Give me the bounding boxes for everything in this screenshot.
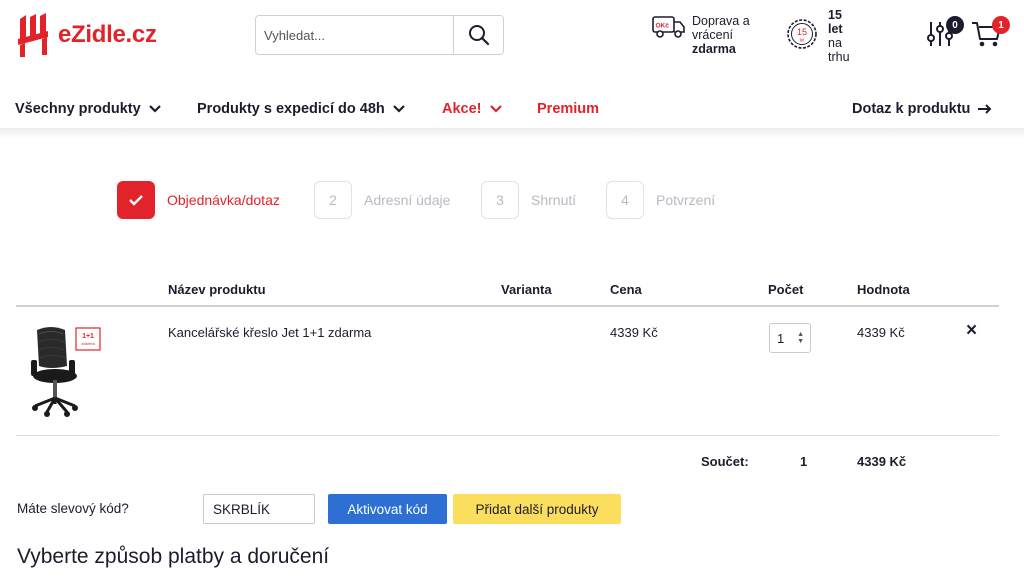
shipping-line-3: zdarma xyxy=(692,42,736,56)
payment-shipping-heading: Vyberte způsob platby a doručení xyxy=(17,545,330,568)
search-input[interactable] xyxy=(256,16,453,54)
header-variant: Varianta xyxy=(501,282,552,297)
quantity-stepper[interactable]: 1 ▲ ▼ xyxy=(769,323,811,353)
years-line-1: 15 xyxy=(828,8,842,22)
nav-inquiry-label: Dotaz k produktu xyxy=(852,101,971,117)
cart-count-badge: 1 xyxy=(992,16,1010,34)
years-line-3: na xyxy=(828,36,842,50)
step-number: 3 xyxy=(481,181,519,219)
nav-sale[interactable]: Akce! xyxy=(442,101,502,117)
years-line-4: trhu xyxy=(828,50,850,64)
seal-small-text: let xyxy=(800,38,806,43)
search-icon xyxy=(468,25,489,46)
product-name-link[interactable]: Kancelářské křeslo Jet 1+1 zdarma xyxy=(168,325,371,340)
chevron-down-icon xyxy=(148,105,161,113)
promo-badge-small: zdarma xyxy=(81,341,95,346)
cart-button[interactable]: 1 xyxy=(971,16,1010,53)
chevron-down-icon xyxy=(392,105,405,113)
chair-logo-icon xyxy=(18,13,48,57)
header-product-name: Název produktu xyxy=(168,282,266,297)
shipping-line-2: vrácení xyxy=(692,28,733,42)
step-address: 2 Adresní údaje xyxy=(314,181,450,219)
step-label: Adresní údaje xyxy=(364,192,451,208)
search-button[interactable] xyxy=(453,16,503,54)
table-header-divider xyxy=(16,305,999,307)
main-nav: Všechny produkty Produkty s expedicí do … xyxy=(0,90,1024,128)
step-summary: 3 Shrnutí xyxy=(481,181,576,219)
nav-shadow xyxy=(0,128,1024,138)
promo-badge-text: 1+1 xyxy=(82,333,94,340)
quantity-value: 1 xyxy=(777,330,785,346)
arrow-right-icon xyxy=(978,104,992,114)
compare-button[interactable]: 0 xyxy=(926,16,964,53)
nav-premium-label: Premium xyxy=(537,101,600,117)
discount-label: Máte slevový kód? xyxy=(17,501,129,516)
chevron-down-icon xyxy=(489,105,502,113)
step-label: Shrnutí xyxy=(531,192,577,208)
check-icon xyxy=(129,195,143,206)
sum-qty: 1 xyxy=(800,454,808,469)
logo-text: eZidle.cz xyxy=(58,21,157,48)
sum-label: Součet: xyxy=(701,454,749,469)
step-check-box xyxy=(117,181,155,219)
compare-count-badge: 0 xyxy=(946,16,964,34)
nav-premium[interactable]: Premium xyxy=(537,101,599,117)
product-total: 4339 Kč xyxy=(857,325,905,340)
nav-all-products-label: Všechny produkty xyxy=(15,101,141,117)
step-number: 4 xyxy=(606,181,644,219)
years-on-market-info[interactable]: 15 let 15 let na trhu xyxy=(786,8,850,64)
step-label: Potvrzení xyxy=(656,192,716,208)
nav-all-products[interactable]: Všechny produkty xyxy=(15,101,161,117)
discount-code-input[interactable]: SKRBLÍK xyxy=(203,494,315,524)
remove-item-button[interactable]: × xyxy=(966,320,977,342)
step-order[interactable]: Objednávka/dotaz xyxy=(117,181,280,219)
step-number: 2 xyxy=(314,181,352,219)
nav-sale-label: Akce! xyxy=(442,101,482,117)
activate-code-button[interactable]: Aktivovat kód xyxy=(328,494,447,524)
free-shipping-info[interactable]: OKč Doprava a vrácení zdarma xyxy=(652,14,750,56)
seal-15-icon: 15 let xyxy=(787,19,817,49)
product-price: 4339 Kč xyxy=(610,325,658,340)
truck-badge-text: OKč xyxy=(656,23,670,30)
nav-express[interactable]: Produkty s expedicí do 48h xyxy=(197,101,405,117)
spinner-arrows-icon[interactable]: ▲ ▼ xyxy=(797,331,804,345)
step-label: Objednávka/dotaz xyxy=(167,192,280,208)
seal-number: 15 xyxy=(797,27,807,37)
years-line-2: let xyxy=(828,22,843,36)
header-qty: Počet xyxy=(768,282,804,297)
nav-express-label: Produkty s expedicí do 48h xyxy=(197,101,385,117)
truck-icon: OKč xyxy=(652,16,685,38)
office-chair-image: 1+1 zdarma xyxy=(31,327,101,417)
sum-total: 4339 Kč xyxy=(857,454,907,469)
header-price: Cena xyxy=(610,282,642,297)
step-confirmation: 4 Potvrzení xyxy=(606,181,715,219)
search-bar xyxy=(255,15,504,55)
product-image[interactable]: 1+1 zdarma xyxy=(25,322,105,422)
header-total: Hodnota xyxy=(857,282,910,297)
logo[interactable]: eZidle.cz xyxy=(16,13,157,57)
table-row-divider xyxy=(16,435,999,436)
shipping-line-1: Doprava a xyxy=(692,14,750,28)
add-more-products-button[interactable]: Přidat další produkty xyxy=(453,494,621,524)
nav-product-inquiry[interactable]: Dotaz k produktu xyxy=(852,101,992,117)
